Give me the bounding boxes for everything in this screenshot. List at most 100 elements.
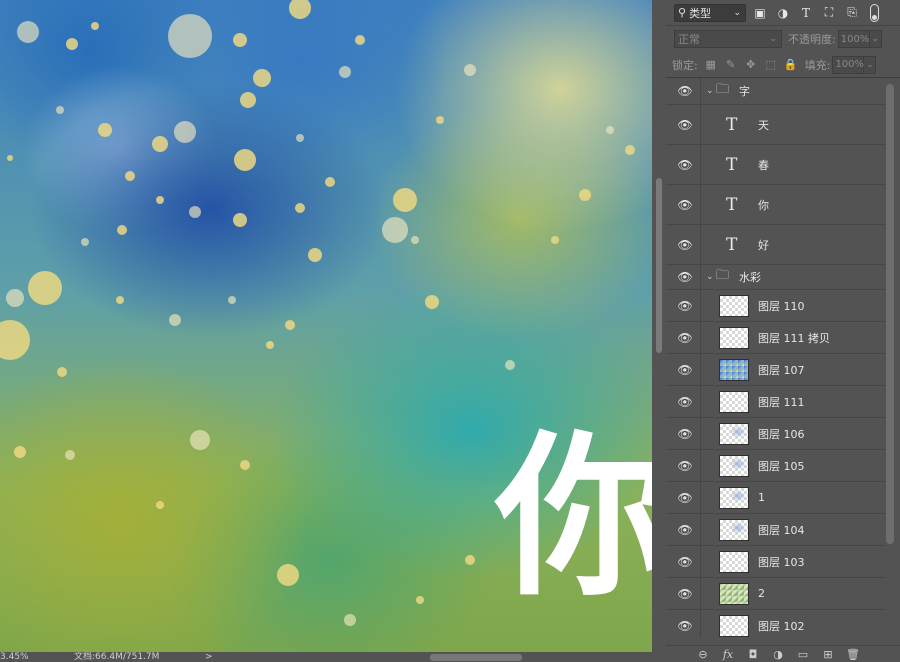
eye-icon[interactable]: 👁 <box>677 427 692 441</box>
watercolor-spot <box>285 320 295 330</box>
eye-icon[interactable]: 👁 <box>677 619 692 633</box>
watercolor-spot <box>344 614 356 626</box>
text-layer-row[interactable]: 👁 T 春 <box>666 145 886 185</box>
eye-icon[interactable]: 👁 <box>677 459 692 473</box>
text-layer-row[interactable]: 👁 T 你 <box>666 185 886 225</box>
canvas-vertical-scrollbar[interactable] <box>652 0 666 662</box>
pixel-layer-row[interactable]: 👁 图层 106 <box>666 418 886 450</box>
eye-icon[interactable]: 👁 <box>677 363 692 377</box>
watercolor-spot <box>355 35 365 45</box>
lock-label: 锁定: <box>672 58 698 72</box>
lock-artboard-icon[interactable]: ⬚ <box>764 58 778 72</box>
horizontal-scrollbar-thumb[interactable] <box>430 654 522 661</box>
delete-layer-icon[interactable]: 🗑 <box>846 647 860 661</box>
chevron-down-icon[interactable]: ⌄ <box>706 272 714 282</box>
eye-icon[interactable]: 👁 <box>677 238 692 252</box>
zoom-level[interactable]: 3.45% <box>0 652 29 662</box>
link-layers-icon[interactable]: ⊖ <box>696 647 710 661</box>
watercolor-spot <box>325 177 335 187</box>
smart-object-filter-icon[interactable]: ⎘ <box>843 4 861 22</box>
eye-icon[interactable]: 👁 <box>677 299 692 313</box>
watercolor-spot <box>436 116 444 124</box>
eye-icon[interactable]: 👁 <box>677 491 692 505</box>
pixel-layer-row[interactable]: 👁 2 <box>666 578 886 610</box>
chevron-down-icon[interactable]: ⌄ <box>706 86 714 96</box>
pixel-layer-row[interactable]: 👁 图层 103 <box>666 546 886 578</box>
filter-toggle-switch[interactable] <box>870 3 879 22</box>
eye-icon[interactable]: 👁 <box>677 587 692 601</box>
pixel-layer-row[interactable]: 👁 图层 111 <box>666 386 886 418</box>
fill-field[interactable]: 100% <box>832 55 865 74</box>
adjustment-filter-icon[interactable]: ◑ <box>774 4 792 22</box>
eye-icon[interactable]: 👁 <box>677 270 692 284</box>
adjustment-layer-icon[interactable]: ◑ <box>771 647 785 661</box>
blend-mode-value: 正常 <box>678 33 700 46</box>
layer-filter-row: ⚲ 类型 ⌄ ▣ ◑ T ⛶ ⎘ <box>666 0 900 26</box>
fx-icon[interactable]: fx <box>721 647 735 661</box>
layers-scrollbar-thumb[interactable] <box>886 84 894 544</box>
pixel-layer-row[interactable]: 👁 1 <box>666 482 886 514</box>
watercolor-spot <box>416 596 424 604</box>
layer-filter-select[interactable]: ⚲ 类型 ⌄ <box>674 3 746 22</box>
watercolor-spot <box>240 92 256 108</box>
eye-icon[interactable]: 👁 <box>677 198 692 212</box>
watercolor-spot <box>411 236 419 244</box>
layer-group-row[interactable]: 👁 ⌄ 🗀 水彩 <box>666 265 886 290</box>
eye-icon[interactable]: 👁 <box>677 555 692 569</box>
filter-type-label: 类型 <box>689 6 712 20</box>
new-layer-icon[interactable]: ⊞ <box>821 647 835 661</box>
watercolor-spot <box>152 136 168 152</box>
eye-icon[interactable]: 👁 <box>677 118 692 132</box>
image-filter-icon[interactable]: ▣ <box>751 4 769 22</box>
watercolor-spot <box>465 555 475 565</box>
new-group-icon[interactable]: ▭ <box>796 647 810 661</box>
opacity-field[interactable]: 100% <box>837 30 870 48</box>
layers-scrollbar[interactable] <box>886 84 894 544</box>
pixel-layer-row[interactable]: 👁 图层 104 <box>666 514 886 546</box>
watercolor-spot <box>98 123 112 137</box>
pixel-layer-row[interactable]: 👁 图层 110 <box>666 290 886 322</box>
lock-image-pixels-icon[interactable]: ✎ <box>724 58 738 72</box>
watercolor-spot <box>190 430 210 450</box>
layers-panel: ⚲ 类型 ⌄ ▣ ◑ T ⛶ ⎘ 正常 ⌄ 不透明度: 100% ⌄ 锁定: ▦… <box>666 0 900 662</box>
pixel-layer-row[interactable]: 👁 图层 111 拷贝 <box>666 322 886 354</box>
eye-icon[interactable]: 👁 <box>677 84 692 98</box>
eye-icon[interactable]: 👁 <box>677 395 692 409</box>
lock-all-icon[interactable]: 🔒 <box>784 58 798 72</box>
document-canvas[interactable]: 你 <box>0 0 652 652</box>
pixel-layer-row[interactable]: 👁 图层 102 <box>666 610 886 638</box>
type-filter-icon[interactable]: T <box>797 4 815 22</box>
chevron-down-icon: ⌄ <box>733 7 741 18</box>
shape-filter-icon[interactable]: ⛶ <box>820 4 838 22</box>
text-layer-icon: T <box>726 114 738 135</box>
folder-icon: 🗀 <box>716 268 730 283</box>
watercolor-spot <box>57 367 67 377</box>
lock-transparent-pixels-icon[interactable]: ▦ <box>704 58 718 72</box>
text-layer-row[interactable]: 👁 T 好 <box>666 225 886 265</box>
text-layer-row[interactable]: 👁 T 天 <box>666 105 886 145</box>
pixel-layer-row[interactable]: 👁 图层 105 <box>666 450 886 482</box>
layer-thumbnail <box>719 518 749 541</box>
layer-group-row[interactable]: 👁 ⌄ 🗀 字 <box>666 78 886 105</box>
watercolor-spot <box>579 189 591 201</box>
folder-icon: 🗀 <box>716 82 730 97</box>
eye-icon[interactable]: 👁 <box>677 523 692 537</box>
chevron-down-icon[interactable]: ⌄ <box>869 30 882 48</box>
mask-icon[interactable]: ◘ <box>746 647 760 661</box>
watercolor-spot <box>606 126 614 134</box>
chevron-down-icon[interactable]: ⌄ <box>864 55 877 74</box>
pixel-layer-row[interactable]: 👁 图层 107 <box>666 354 886 386</box>
blend-mode-select[interactable]: 正常 ⌄ <box>674 30 782 48</box>
canvas-vertical-scrollbar-thumb[interactable] <box>656 178 662 353</box>
eye-icon[interactable]: 👁 <box>677 158 692 172</box>
watercolor-spot <box>81 238 89 246</box>
search-icon: ⚲ <box>678 6 687 19</box>
watercolor-spot <box>7 155 13 161</box>
fill-label: 填充: <box>804 58 831 72</box>
status-menu-arrow[interactable]: > <box>205 652 213 662</box>
watercolor-spot <box>339 66 351 78</box>
lock-position-icon[interactable]: ✥ <box>744 58 758 72</box>
eye-icon[interactable]: 👁 <box>677 331 692 345</box>
layer-name: 图层 104 <box>758 523 805 537</box>
watercolor-spot <box>240 460 250 470</box>
